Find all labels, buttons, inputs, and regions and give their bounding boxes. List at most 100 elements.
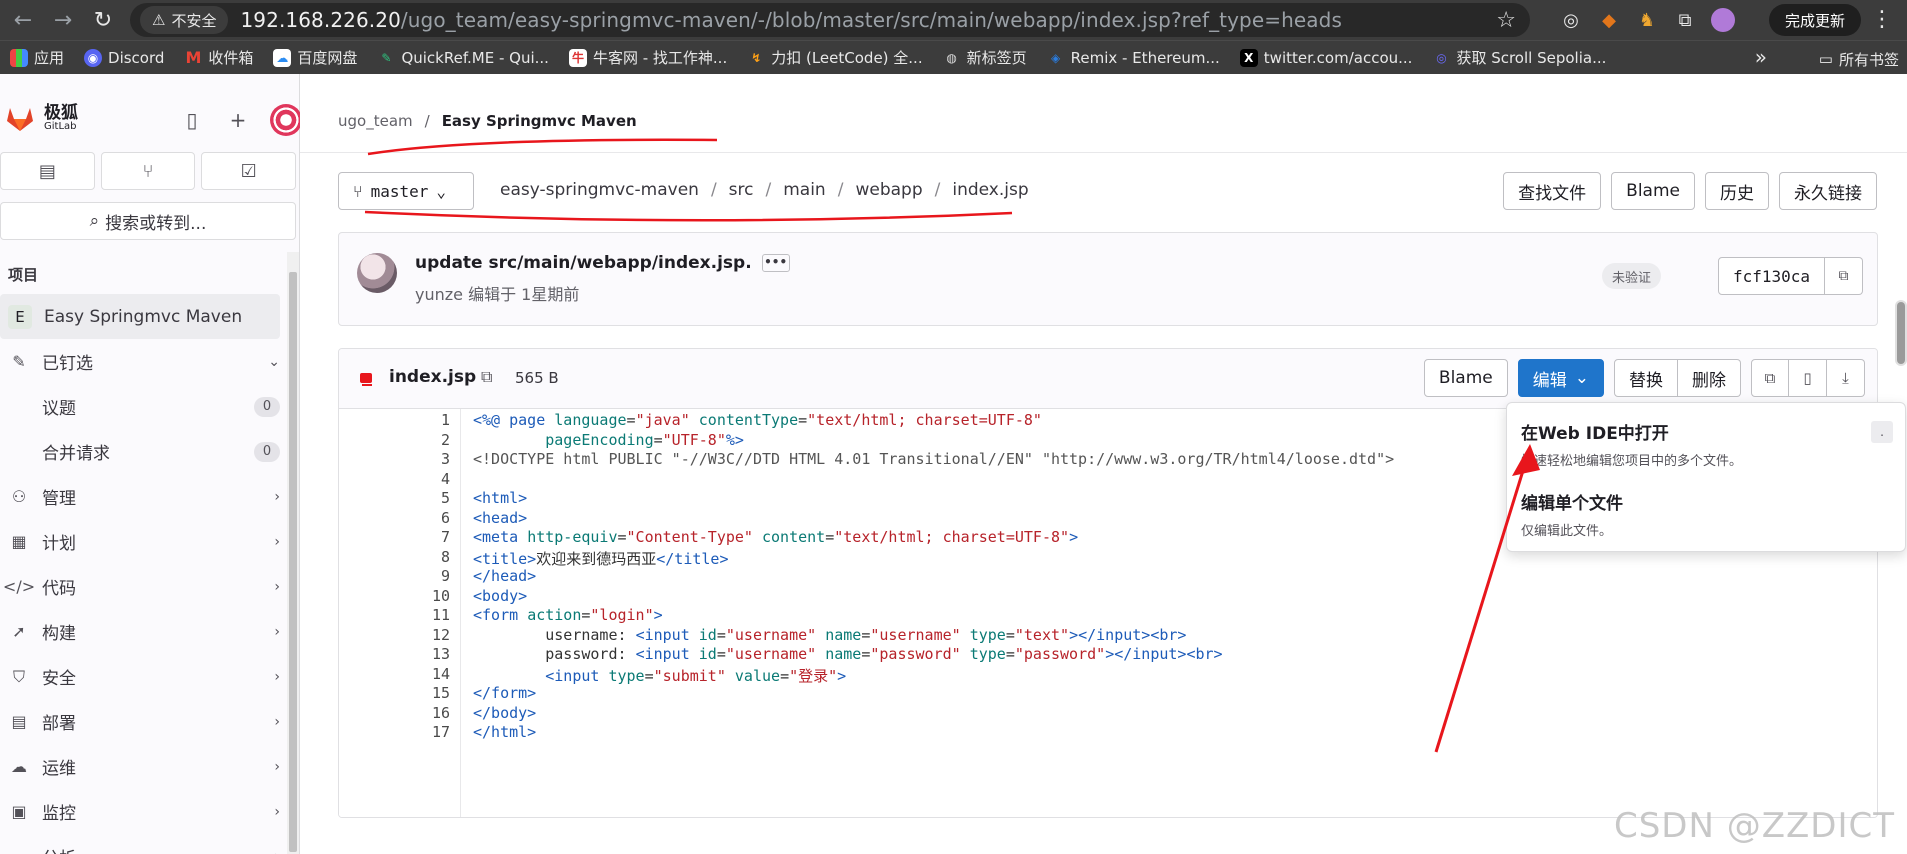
address-bar[interactable]: ⚠ 不安全 192.168.226.20/ugo_team/easy-sprin…	[130, 3, 1530, 37]
bookmark-star-icon[interactable]: ☆	[1496, 8, 1516, 33]
sidebar-item-deploy[interactable]: ▤ 部署 ›	[0, 699, 288, 744]
extensions-puzzle-icon[interactable]: ⧉	[1668, 3, 1702, 37]
collapse-sidebar-icon[interactable]: ▯	[178, 106, 206, 134]
path-segment[interactable]: main	[783, 180, 825, 200]
line-number[interactable]: 13	[410, 645, 450, 663]
main-scroll-thumb[interactable]	[1897, 302, 1905, 364]
line-number[interactable]: 11	[410, 606, 450, 624]
sidebar-item-pinned[interactable]: ✎ 已钉选 ⌄	[0, 339, 288, 384]
line-number[interactable]: 3	[410, 450, 450, 468]
bookmark-baidu-pan[interactable]: ☁ 百度网盘	[263, 44, 367, 72]
path-segment[interactable]: index.jsp	[952, 180, 1028, 200]
line-number[interactable]: 16	[410, 704, 450, 722]
line-number[interactable]: 6	[410, 509, 450, 527]
profile-avatar[interactable]	[1706, 3, 1740, 37]
branch-name: master	[370, 181, 429, 201]
chevron-right-icon: ›	[274, 488, 280, 505]
sidebar-scroll-thumb[interactable]	[289, 272, 297, 852]
find-file-button[interactable]: 查找文件	[1503, 172, 1602, 210]
issues-icon[interactable]: ▤	[0, 152, 95, 190]
bookmark-remix[interactable]: ◈ Remix - Ethereum...	[1037, 44, 1230, 72]
line-number[interactable]: 17	[410, 723, 450, 741]
more-bookmarks-icon[interactable]: »	[1755, 45, 1767, 69]
sidebar-item-security[interactable]: ⛉ 安全 ›	[0, 654, 288, 699]
copy-sha-icon[interactable]: ⧉	[1825, 257, 1863, 295]
security-chip[interactable]: ⚠ 不安全	[140, 6, 229, 34]
bookmark-scroll[interactable]: ◎ 获取 Scroll Sepolia...	[1422, 44, 1616, 72]
sidebar-item-manage[interactable]: ⚇ 管理 ›	[0, 474, 288, 519]
branch-selector[interactable]: ⑂ master ⌄	[338, 172, 474, 210]
line-number[interactable]: 2	[410, 431, 450, 449]
breadcrumb-project-link[interactable]: Easy Springmvc Maven	[442, 112, 637, 130]
extension-fox-icon[interactable]: ◆	[1592, 3, 1626, 37]
download-icon[interactable]: ⤓	[1827, 359, 1865, 397]
commit-sha[interactable]: fcf130ca	[1717, 257, 1825, 295]
line-number[interactable]: 10	[410, 587, 450, 605]
browser-toolbar: ← → ↻ ⚠ 不安全 192.168.226.20/ugo_team/easy…	[0, 0, 1907, 40]
bookmark-discord[interactable]: ◉ Discord	[74, 44, 174, 72]
dropdown-close-icon[interactable]: .	[1871, 421, 1893, 443]
back-button[interactable]: ←	[6, 3, 40, 37]
line-number[interactable]: 15	[410, 684, 450, 702]
sidebar-item-plan[interactable]: ▦ 计划 ›	[0, 519, 288, 564]
sidebar-item-project[interactable]: E Easy Springmvc Maven	[0, 294, 280, 339]
sidebar-item-code[interactable]: </> 代码 ›	[0, 564, 288, 609]
bookmark-quickref[interactable]: ✎ QuickRef.ME - Qui...	[367, 44, 559, 72]
reload-button[interactable]: ↻	[86, 3, 120, 37]
history-button[interactable]: 历史	[1705, 172, 1769, 210]
commit-author-avatar[interactable]	[357, 253, 397, 293]
replace-button[interactable]: 替换	[1614, 359, 1678, 397]
unverified-badge[interactable]: 未验证	[1601, 263, 1661, 289]
path-segment[interactable]: webapp	[855, 180, 922, 200]
breadcrumb-group-link[interactable]: ugo_team	[338, 112, 413, 130]
browser-menu-icon[interactable]: ⋮	[1867, 4, 1897, 36]
sidebar-item-analyze[interactable]: ▁ 分析 ›	[0, 834, 288, 854]
merge-request-icon[interactable]: ⑂	[100, 152, 196, 190]
commit-message-link[interactable]: update src/main/webapp/index.jsp.	[415, 253, 752, 273]
bookmark-inbox[interactable]: M 收件箱	[174, 44, 263, 72]
bookmark-twitter[interactable]: Xtwitter.com/accou...	[1230, 44, 1423, 72]
line-number[interactable]: 5	[410, 489, 450, 507]
sidebar-item-operate[interactable]: ☁ 运维 ›	[0, 744, 288, 789]
extension-knight-icon[interactable]: ♞	[1630, 3, 1664, 37]
bookmark-new-tab[interactable]: ◍ 新标签页	[933, 44, 1037, 72]
user-avatar[interactable]	[270, 104, 302, 136]
sidebar-item-merge-requests[interactable]: 合并请求 0	[0, 429, 288, 474]
bookmark-leetcode[interactable]: ↯ 力扣 (LeetCode) 全...	[737, 44, 932, 72]
line-number[interactable]: 8	[410, 548, 450, 566]
gitlab-brand[interactable]: 极狐 GitLab	[4, 102, 78, 134]
edit-dropdown-button[interactable]: 编辑 ⌄	[1517, 359, 1604, 397]
search-button[interactable]: ⌕ 搜索或转到...	[0, 202, 296, 240]
extension-glasses-icon[interactable]: ◎	[1554, 3, 1588, 37]
blame-button[interactable]: Blame	[1423, 359, 1508, 397]
open-raw-icon[interactable]: ▯	[1789, 359, 1827, 397]
line-number[interactable]: 7	[410, 528, 450, 546]
create-new-icon[interactable]: +	[224, 106, 252, 134]
bookmark-apps[interactable]: 应用	[0, 44, 74, 72]
line-number[interactable]: 12	[410, 626, 450, 644]
path-segment[interactable]: src	[729, 180, 754, 200]
main-scrollbar[interactable]	[1895, 300, 1907, 366]
forward-button[interactable]: →	[46, 3, 80, 37]
expand-commit-button[interactable]: •••	[761, 254, 790, 272]
edit-single-file-item[interactable]: 编辑单个文件 仅编辑此文件。	[1521, 489, 1623, 539]
delete-button[interactable]: 删除	[1678, 359, 1741, 397]
path-segment[interactable]: easy-springmvc-maven	[500, 180, 699, 200]
sidebar-scrollbar[interactable]	[287, 252, 299, 854]
copy-contents-icon[interactable]: ⧉	[1751, 359, 1789, 397]
line-number[interactable]: 9	[410, 567, 450, 585]
line-number[interactable]: 1	[410, 411, 450, 429]
line-number[interactable]: 14	[410, 665, 450, 683]
todo-icon[interactable]: ☑	[201, 152, 297, 190]
line-number[interactable]: 4	[410, 470, 450, 488]
blame-top-button[interactable]: Blame	[1611, 172, 1695, 210]
sidebar-item-monitor[interactable]: ▣ 监控 ›	[0, 789, 288, 834]
all-bookmarks[interactable]: ▭ 所有书签	[1819, 45, 1899, 73]
open-in-web-ide-item[interactable]: 在Web IDE中打开 快速轻松地编辑您项目中的多个文件。	[1521, 419, 1742, 469]
permalink-button[interactable]: 永久链接	[1779, 172, 1877, 210]
update-button[interactable]: 完成更新	[1768, 4, 1861, 36]
bookmark-nowcoder[interactable]: 牛牛客网 - 找工作神...	[559, 44, 737, 72]
sidebar-item-issues[interactable]: 议题 0	[0, 384, 288, 429]
copy-file-path-icon[interactable]: ⧉	[481, 367, 492, 387]
sidebar-item-build[interactable]: ➚ 构建 ›	[0, 609, 288, 654]
